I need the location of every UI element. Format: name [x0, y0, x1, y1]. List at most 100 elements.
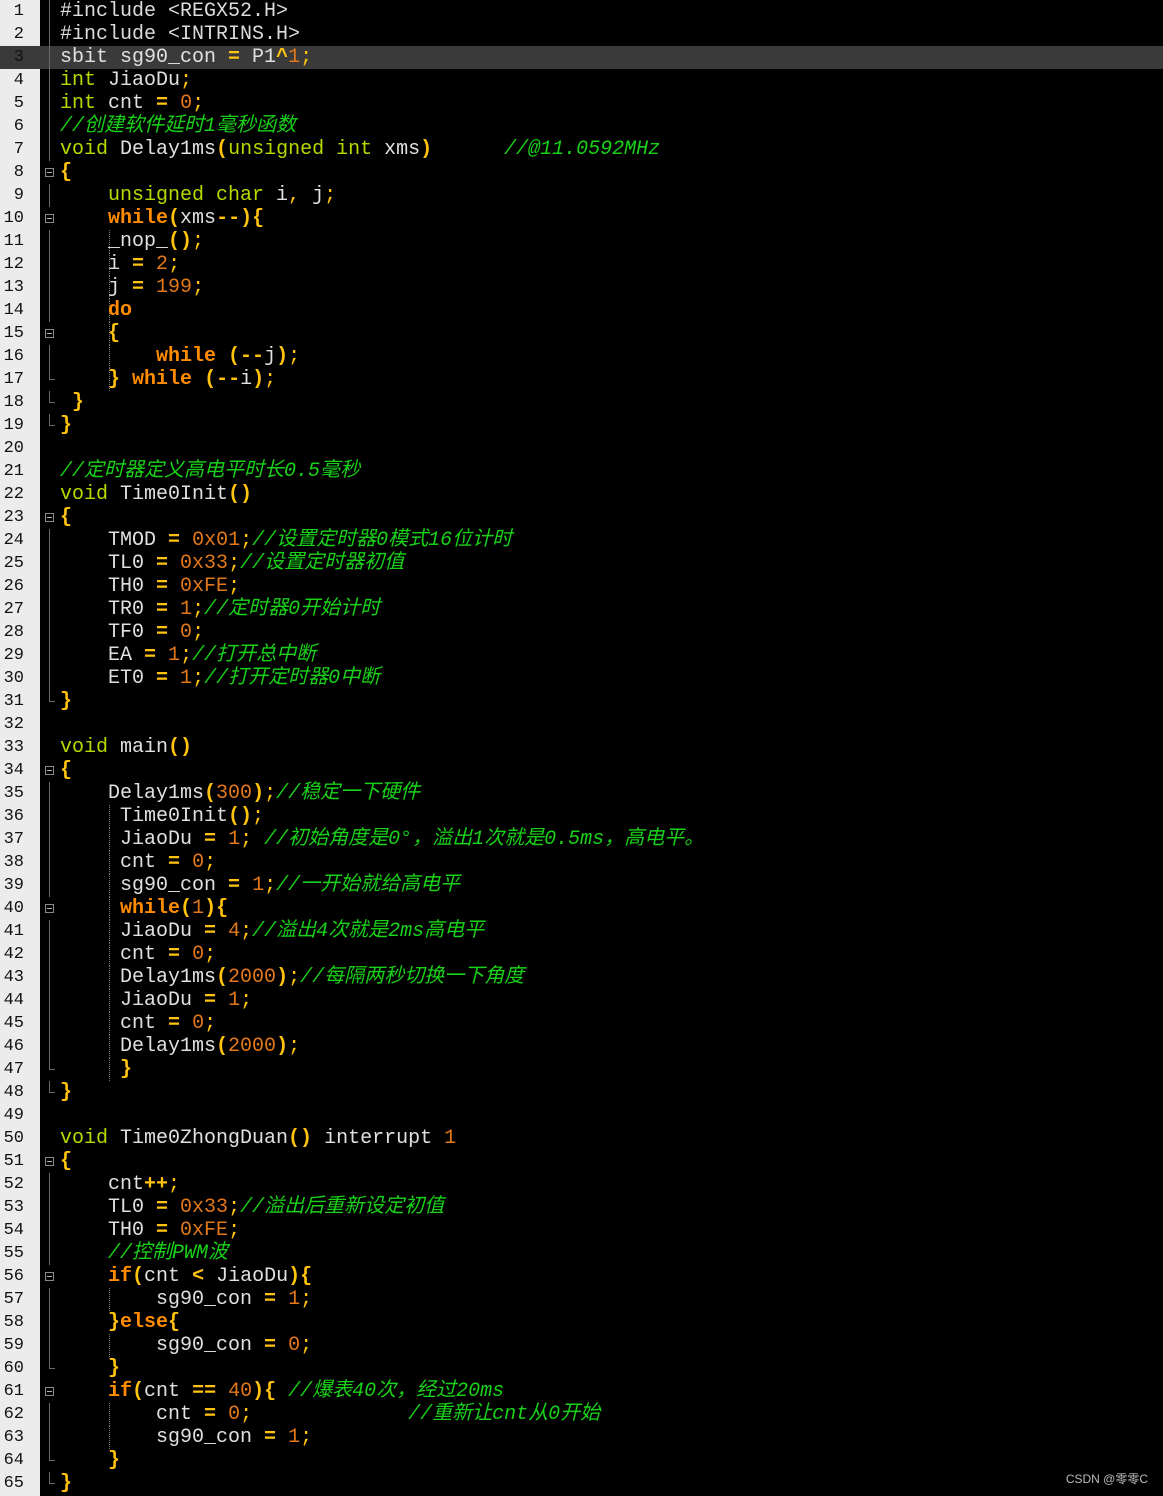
- code-line[interactable]: 4 int JiaoDu;: [0, 69, 1163, 92]
- fold-toggle-icon[interactable]: [45, 1387, 54, 1396]
- code-line[interactable]: 34 {: [0, 759, 1163, 782]
- fold-toggle-icon[interactable]: [45, 513, 54, 522]
- code-line[interactable]: 15 {: [0, 322, 1163, 345]
- code-line[interactable]: 19}: [0, 414, 1163, 437]
- code-line[interactable]: 24 TMOD = 0x01;//设置定时器0模式16位计时: [0, 529, 1163, 552]
- code-line[interactable]: 32: [0, 713, 1163, 736]
- code-line[interactable]: 3 sbit sg90_con = P1^1;: [0, 46, 1163, 69]
- code-line[interactable]: 36 Time0Init();: [0, 805, 1163, 828]
- code-line[interactable]: 38 cnt = 0;: [0, 851, 1163, 874]
- code-line[interactable]: 61 if(cnt == 40){ //爆表40次，经过20ms: [0, 1380, 1163, 1403]
- code-line[interactable]: 60 }: [0, 1357, 1163, 1380]
- code-line[interactable]: 1 #include <REGX52.H>: [0, 0, 1163, 23]
- fold-toggle-icon[interactable]: [45, 766, 54, 775]
- code-line[interactable]: 39 sg90_con = 1;//一开始就给高电平: [0, 874, 1163, 897]
- line-number: 58: [3, 1313, 24, 1332]
- code-line[interactable]: 47 }: [0, 1058, 1163, 1081]
- code-token: 1: [288, 1426, 301, 1449]
- code-line[interactable]: 14 do: [0, 299, 1163, 322]
- code-line[interactable]: 33 void main(): [0, 736, 1163, 759]
- code-line[interactable]: 45 cnt = 0;: [0, 1012, 1163, 1035]
- code-line[interactable]: 65}: [0, 1472, 1163, 1495]
- code-line[interactable]: 13 j = 199;: [0, 276, 1163, 299]
- code-line[interactable]: 54 TH0 = 0xFE;: [0, 1219, 1163, 1242]
- code-line[interactable]: 7 void Delay1ms(unsigned int xms) //@11.0…: [0, 138, 1163, 161]
- fold-toggle-icon[interactable]: [45, 329, 54, 338]
- code-line[interactable]: 11 _nop_();: [0, 230, 1163, 253]
- code-line[interactable]: 30 ET0 = 1;//打开定时器0中断: [0, 667, 1163, 690]
- code-line[interactable]: 49: [0, 1104, 1163, 1127]
- code-line[interactable]: 52 cnt++;: [0, 1173, 1163, 1196]
- code-token: {: [168, 1311, 181, 1334]
- code-line[interactable]: 25 TL0 = 0x33;//设置定时器初值: [0, 552, 1163, 575]
- line-number: 33: [3, 738, 24, 757]
- fold-line: [49, 667, 50, 690]
- code-line[interactable]: 40 while(1){: [0, 897, 1163, 920]
- code-line[interactable]: 37 JiaoDu = 1; //初始角度是0°，溢出1次就是0.5ms，高电平…: [0, 828, 1163, 851]
- fold-line: [49, 1035, 50, 1058]
- code-line[interactable]: 28 TF0 = 0;: [0, 621, 1163, 644]
- code-line[interactable]: 35 Delay1ms(300);//稳定一下硬件: [0, 782, 1163, 805]
- fold-toggle-icon[interactable]: [45, 1157, 54, 1166]
- code-line[interactable]: 17 } while (--i);: [0, 368, 1163, 391]
- code-line[interactable]: 53 TL0 = 0x33;//溢出后重新设定初值: [0, 1196, 1163, 1219]
- code-editor[interactable]: 1 #include <REGX52.H> 2 #include <INTRINS.H…: [0, 0, 1163, 1496]
- code-line[interactable]: 56 if(cnt < JiaoDu){: [0, 1265, 1163, 1288]
- line-number: 43: [3, 968, 24, 987]
- code-line[interactable]: 46 Delay1ms(2000);: [0, 1035, 1163, 1058]
- code-token: //设置定时器0模式16位计时: [252, 529, 513, 552]
- code-line[interactable]: 51 {: [0, 1150, 1163, 1173]
- fold-toggle-icon[interactable]: [45, 904, 54, 913]
- code-line[interactable]: 48}: [0, 1081, 1163, 1104]
- code-line[interactable]: 31}: [0, 690, 1163, 713]
- line-number: 36: [3, 807, 24, 826]
- code-line[interactable]: 55 //控制PWM波: [0, 1242, 1163, 1265]
- code-line[interactable]: 57 sg90_con = 1;: [0, 1288, 1163, 1311]
- line-number: 29: [3, 646, 24, 665]
- code-line[interactable]: 5 int cnt = 0;: [0, 92, 1163, 115]
- code-line[interactable]: 20: [0, 437, 1163, 460]
- code-line[interactable]: 10 while(xms--){: [0, 207, 1163, 230]
- code-line[interactable]: 62 cnt = 0; //重新让cnt从0开始: [0, 1403, 1163, 1426]
- code-token: ;: [192, 621, 205, 644]
- code-text: void main(): [60, 736, 192, 759]
- code-line[interactable]: 12 i = 2;: [0, 253, 1163, 276]
- code-line[interactable]: 63 sg90_con = 1;: [0, 1426, 1163, 1449]
- fold-toggle-icon[interactable]: [45, 1272, 54, 1281]
- code-line[interactable]: 29 EA = 1;//打开总中断: [0, 644, 1163, 667]
- fold-line: [49, 690, 55, 702]
- fold-toggle-icon[interactable]: [45, 214, 54, 223]
- code-line[interactable]: 59 sg90_con = 0;: [0, 1334, 1163, 1357]
- code-line[interactable]: 50 void Time0ZhongDuan() interrupt 1: [0, 1127, 1163, 1150]
- code-line[interactable]: 8{: [0, 161, 1163, 184]
- code-line[interactable]: 64 }: [0, 1449, 1163, 1472]
- code-line[interactable]: 18 }: [0, 391, 1163, 414]
- code-line[interactable]: 9 unsigned char i, j;: [0, 184, 1163, 207]
- line-number: 9: [13, 186, 24, 205]
- code-text: {: [60, 161, 72, 184]
- code-line[interactable]: 23 {: [0, 506, 1163, 529]
- fold-toggle-icon[interactable]: [45, 168, 54, 177]
- code-line[interactable]: 27 TR0 = 1;//定时器0开始计时: [0, 598, 1163, 621]
- code-line[interactable]: 58 }else{: [0, 1311, 1163, 1334]
- code-line[interactable]: 6 //创建软件延时1毫秒函数: [0, 115, 1163, 138]
- code-line[interactable]: 2 #include <INTRINS.H>: [0, 23, 1163, 46]
- line-number: 3: [13, 48, 24, 67]
- code-line[interactable]: 21 //定时器定义高电平时长0.5毫秒: [0, 460, 1163, 483]
- code-line[interactable]: 16 while (--j);: [0, 345, 1163, 368]
- code-line[interactable]: 43 Delay1ms(2000);//每隔两秒切换一下角度: [0, 966, 1163, 989]
- code-token: void: [60, 138, 109, 161]
- code-line[interactable]: 42 cnt = 0;: [0, 943, 1163, 966]
- code-token: ){: [204, 897, 229, 920]
- code-token: while: [132, 368, 193, 391]
- code-line[interactable]: 22 void Time0Init(): [0, 483, 1163, 506]
- code-line[interactable]: 41 JiaoDu = 4;//溢出4次就是2ms高电平: [0, 920, 1163, 943]
- code-line[interactable]: 26 TH0 = 0xFE;: [0, 575, 1163, 598]
- code-line[interactable]: 44 JiaoDu = 1;: [0, 989, 1163, 1012]
- fold-line: [49, 529, 50, 552]
- code-token: =: [156, 1196, 169, 1219]
- fold-line: [49, 299, 50, 322]
